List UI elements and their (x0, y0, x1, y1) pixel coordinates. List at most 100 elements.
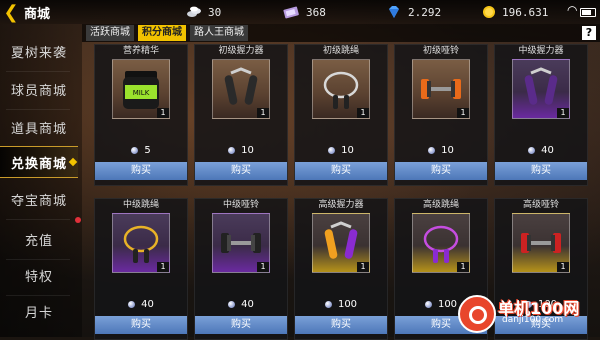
item-price-value: 10 (341, 144, 354, 156)
item-image-frame[interactable]: 1 (512, 59, 570, 119)
item-quantity: 1 (457, 108, 469, 118)
buy-button[interactable]: 购买 (395, 162, 487, 180)
sidebar-item-recharge[interactable]: 充值 (0, 224, 78, 254)
item-quantity: 1 (557, 262, 569, 272)
item-quantity: 1 (557, 108, 569, 118)
sidebar-item-label: 夏树来袭 (10, 45, 67, 61)
item-image-frame[interactable]: 1 (412, 59, 470, 119)
sidebar-item-label: 道具商城 (10, 121, 67, 137)
item-image-frame[interactable]: 1 (312, 59, 370, 119)
sidebar-item-monthly-card[interactable]: 月卡 (0, 296, 78, 326)
buy-button[interactable]: 购买 (295, 316, 387, 334)
item-image-frame[interactable]: MILK 1 (112, 59, 170, 119)
points-gem-icon (324, 300, 332, 308)
item-image-frame[interactable]: 1 (412, 213, 470, 273)
item-quantity: 1 (357, 108, 369, 118)
tab-points-shop[interactable]: 积分商城 (138, 25, 186, 41)
sidebar-item-privilege[interactable]: 特权 (0, 260, 78, 290)
sidebar-item-summer[interactable]: 夏树来袭 (0, 36, 78, 66)
watermark: 单机100网 danji100.com (458, 293, 598, 335)
sidebar-item-item-shop[interactable]: 道具商城 (0, 112, 78, 142)
sidebar-item-label: 充值 (24, 233, 53, 249)
active-indicator-icon (68, 157, 78, 167)
buy-button[interactable]: 购买 (95, 162, 187, 180)
item-price-value: 40 (241, 298, 254, 310)
item-card[interactable]: 高级握力器 1 100 购买 (294, 198, 388, 340)
sidebar-item-exchange-shop[interactable]: 兑换商城 (0, 146, 78, 178)
item-price: 10 (395, 143, 487, 157)
ticket-icon (283, 6, 299, 19)
svg-text:MILK: MILK (133, 89, 150, 97)
tab-streetball-king-shop[interactable]: 路人王商城 (190, 25, 248, 41)
divider (6, 219, 70, 220)
item-name: 中级哑铃 (222, 200, 259, 210)
item-price-value: 100 (337, 298, 358, 310)
item-quantity: 1 (257, 262, 269, 272)
item-price-value: 10 (241, 144, 254, 156)
item-card[interactable]: 初级握力器 1 10 购买 (194, 44, 288, 186)
sidebar-item-treasure-shop[interactable]: 夺宝商城 (0, 184, 78, 214)
currency-value: 30 (208, 5, 222, 19)
sidebar-item-label: 球员商城 (10, 83, 67, 99)
points-gem-icon (328, 146, 336, 154)
buy-button[interactable]: 购买 (195, 162, 287, 180)
item-price-value: 100 (437, 298, 458, 310)
item-name: 高级哑铃 (522, 200, 559, 210)
buy-button[interactable]: 购买 (295, 162, 387, 180)
sidebar: 夏树来袭 球员商城 道具商城 兑换商城 夺宝商城 充值 特权 月卡 (0, 24, 82, 337)
back-chevron-icon[interactable]: ❮ (0, 0, 22, 24)
item-image-frame[interactable]: 1 (212, 59, 270, 119)
item-card[interactable]: 中级跳绳 1 40 购买 (94, 198, 188, 340)
sidebar-item-label: 兑换商城 (10, 156, 67, 172)
item-image-frame[interactable]: 1 (312, 213, 370, 273)
item-card[interactable]: 营养精华 MILK 1 5 购买 (94, 44, 188, 186)
item-price: 40 (495, 143, 587, 157)
item-price: 40 (195, 297, 287, 311)
diamond-icon (389, 6, 399, 18)
notification-dot (75, 217, 81, 223)
buy-button[interactable]: 购买 (95, 316, 187, 334)
item-name: 初级哑铃 (422, 46, 459, 56)
item-name: 中级跳绳 (122, 200, 159, 210)
item-quantity: 1 (157, 262, 169, 272)
item-card[interactable]: 中级握力器 1 40 购买 (494, 44, 588, 186)
currency-value: 2.292 (408, 5, 442, 19)
points-gem-icon (528, 146, 536, 154)
item-image-frame[interactable]: 1 (512, 213, 570, 273)
item-name: 初级跳绳 (322, 46, 359, 56)
help-button[interactable]: ? (582, 26, 596, 40)
item-quantity: 1 (157, 108, 169, 118)
item-card[interactable]: 初级哑铃 1 10 购买 (394, 44, 488, 186)
points-gem-icon (228, 300, 236, 308)
item-quantity: 1 (457, 262, 469, 272)
item-name: 中级握力器 (518, 46, 564, 56)
item-price: 5 (95, 143, 187, 157)
points-gem-icon (131, 146, 139, 154)
item-price: 40 (95, 297, 187, 311)
buy-button[interactable]: 购买 (195, 316, 287, 334)
item-price: 100 (295, 297, 387, 311)
item-card[interactable]: 中级哑铃 1 40 购买 (194, 198, 288, 340)
battery-icon (580, 8, 596, 17)
currency-gold: 196.631 (482, 3, 548, 21)
points-gem-icon (424, 300, 432, 308)
item-image-frame[interactable]: 1 (112, 213, 170, 273)
page-title: 商城 (24, 6, 51, 22)
points-gem-icon (228, 146, 236, 154)
top-bar: ❮ 商城 30 368 2.292 196.631 ◠ (0, 0, 600, 24)
sidebar-item-player-shop[interactable]: 球员商城 (0, 74, 78, 104)
item-image-frame[interactable]: 1 (212, 213, 270, 273)
shop-tabs: 活跃商城 积分商城 路人王商城 ? (82, 24, 600, 42)
sidebar-item-label: 月卡 (24, 305, 53, 321)
tab-active-shop[interactable]: 活跃商城 (86, 25, 134, 41)
currency-tickets: 368 (282, 3, 326, 21)
points-gem-icon (128, 300, 136, 308)
item-price-value: 5 (144, 144, 151, 156)
item-card[interactable]: 初级跳绳 1 10 购买 (294, 44, 388, 186)
buy-button[interactable]: 购买 (495, 162, 587, 180)
watermark-logo-icon (458, 295, 496, 333)
item-name: 高级握力器 (318, 200, 364, 210)
item-quantity: 1 (257, 108, 269, 118)
item-name: 高级跳绳 (422, 200, 459, 210)
item-name: 营养精华 (122, 46, 159, 56)
